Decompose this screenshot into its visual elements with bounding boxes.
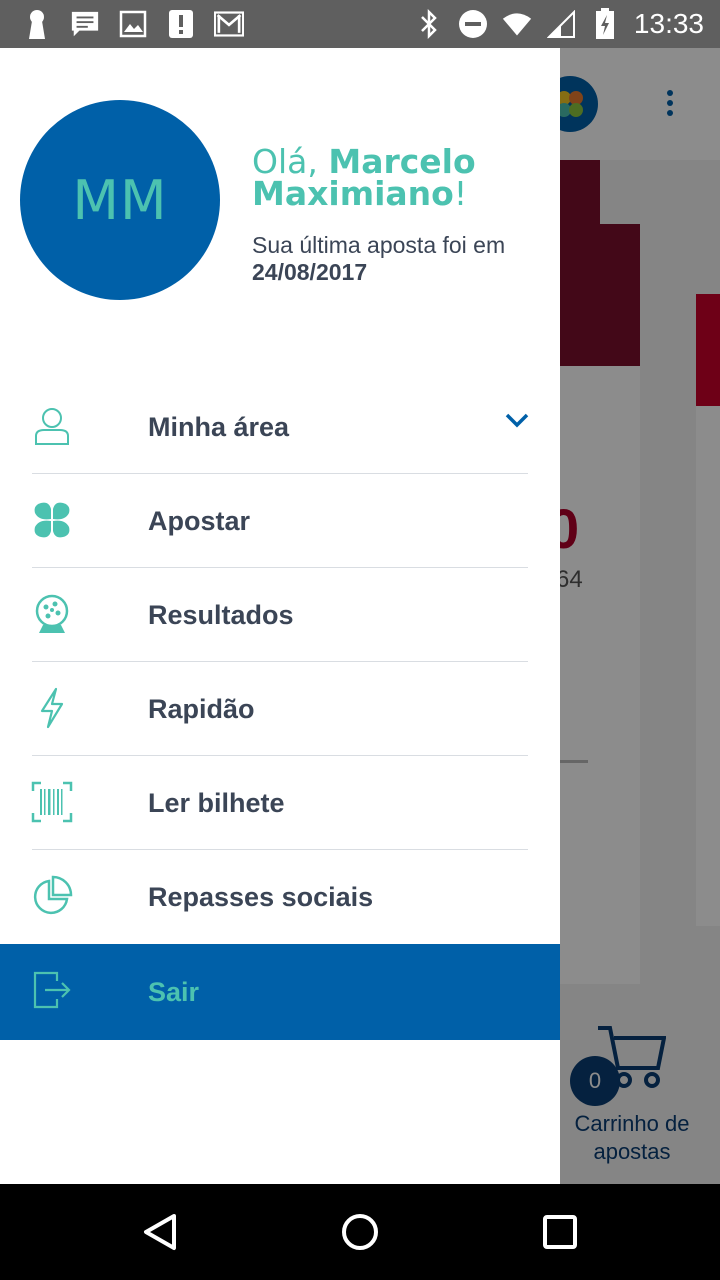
logout-icon xyxy=(30,968,74,1012)
cell-signal-icon xyxy=(546,9,576,39)
drawer-menu: Minha área Apostar Resultados Rapidão Le… xyxy=(0,380,560,1040)
menu-item-ler-bilhete[interactable]: Ler bilhete xyxy=(0,756,560,850)
keyhole-icon xyxy=(22,9,52,39)
image-icon xyxy=(118,9,148,39)
user-icon xyxy=(30,404,74,448)
greeting: Olá, Marcelo Maximiano! xyxy=(252,145,552,213)
recents-button[interactable] xyxy=(540,1212,580,1252)
menu-item-repasses-sociais[interactable]: Repasses sociais xyxy=(0,850,560,944)
alert-icon xyxy=(166,9,196,39)
menu-item-apostar[interactable]: Apostar xyxy=(0,474,560,568)
barcode-icon xyxy=(30,780,74,824)
avatar[interactable]: MM xyxy=(20,100,220,300)
menu-item-sair[interactable]: Sair xyxy=(0,944,560,1040)
menu-item-label: Repasses sociais xyxy=(148,881,374,912)
clock: 13:33 xyxy=(633,8,704,39)
greeting-suffix: ! xyxy=(453,174,468,213)
gmail-icon xyxy=(214,9,244,39)
menu-item-label: Rapidão xyxy=(148,693,255,724)
chevron-down-icon[interactable] xyxy=(504,412,530,435)
menu-item-label: Ler bilhete xyxy=(148,787,285,818)
menu-item-label: Resultados xyxy=(148,599,294,630)
battery-charging-icon xyxy=(590,8,620,39)
pie-chart-icon xyxy=(30,874,74,918)
menu-item-label: Minha área xyxy=(148,411,290,442)
menu-item-minha-area[interactable]: Minha área xyxy=(0,380,560,474)
bluetooth-icon xyxy=(414,9,444,39)
clover-icon xyxy=(30,498,74,542)
do-not-disturb-icon xyxy=(458,9,488,39)
menu-item-label: Sair xyxy=(148,976,200,1007)
lightning-icon xyxy=(30,686,74,730)
back-button[interactable] xyxy=(140,1212,180,1252)
menu-item-resultados[interactable]: Resultados xyxy=(0,568,560,662)
last-bet-date: 24/08/2017 xyxy=(252,259,368,285)
system-navigation-bar xyxy=(0,1184,720,1280)
navigation-drawer: MM Olá, Marcelo Maximiano! Sua última ap… xyxy=(0,48,560,1184)
lottery-globe-icon xyxy=(30,592,74,636)
message-icon xyxy=(70,9,100,39)
menu-item-label: Apostar xyxy=(148,505,251,536)
wifi-icon xyxy=(502,9,532,39)
status-bar: 13:33 xyxy=(0,0,720,48)
last-bet-info: Sua última aposta foi em 24/08/2017 xyxy=(252,232,552,286)
menu-item-rapidao[interactable]: Rapidão xyxy=(0,662,560,756)
last-bet-text: Sua última aposta foi em xyxy=(252,232,506,258)
home-button[interactable] xyxy=(340,1212,380,1252)
